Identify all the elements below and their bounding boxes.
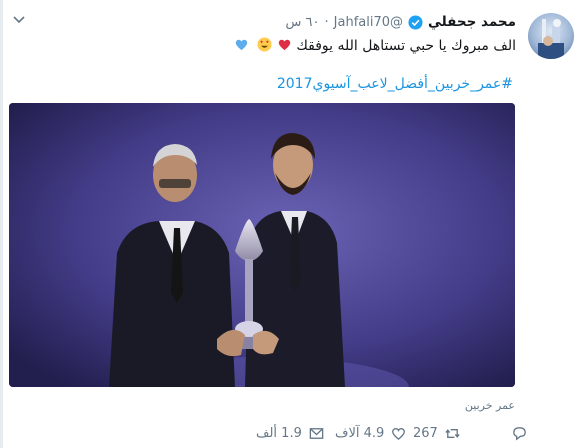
blue-heart-emoji-icon [235,39,248,51]
heart-eyes-emoji-icon [257,37,272,52]
tweet-text: الف مبروك يا حبي تستاهل الله يوفقك [234,37,516,54]
red-heart-emoji-icon [278,39,291,51]
tweet-photo[interactable] [9,103,515,387]
chevron-down-icon[interactable] [12,12,26,26]
verified-badge-icon [408,14,423,30]
separator-dot: · [324,14,329,30]
like-count: 4.9 آلاف [335,426,385,441]
photo-caption: عمر خربين [464,399,515,412]
heart-icon [392,428,406,441]
reply-action[interactable] [505,425,528,442]
hashtag-link[interactable]: #عمر_خربين_أفضل_لاعب_آسيوي2017 [277,76,513,92]
tweet-time[interactable]: ٦٠ س [286,15,320,30]
dm-action[interactable]: 1.9 ألف [256,425,325,442]
user-name[interactable]: محمد جحفلي [428,14,516,30]
dm-count: 1.9 ألف [256,426,302,441]
envelope-icon [309,428,324,439]
tweet-body: الف مبروك يا حبي تستاهل الله يوفقك [296,38,516,54]
tweet-header: محمد جحفلي @Jahfali70 · ٦٠ س [286,14,516,30]
timeline-border [0,0,3,448]
retweet-icon [445,429,460,438]
user-handle[interactable]: @Jahfali70 [334,15,403,30]
like-action[interactable]: 4.9 آلاف [335,425,407,442]
avatar[interactable] [528,13,574,59]
tweet-actions: 267 4.9 آلاف 1.9 ألف [0,425,586,445]
retweet-action[interactable]: 267 [413,425,461,442]
retweet-count: 267 [413,426,438,441]
reply-icon [513,427,526,441]
photo-scene [9,103,515,387]
